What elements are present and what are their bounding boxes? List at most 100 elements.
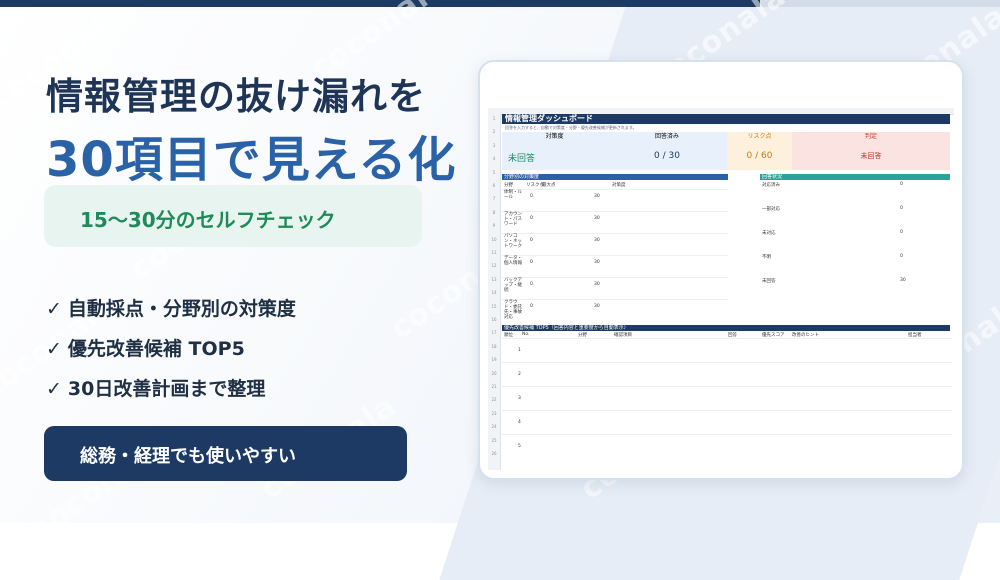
grid-line	[502, 338, 952, 339]
grid-line	[502, 277, 728, 278]
status-count: 30	[900, 278, 906, 283]
field-name: データ・個人情報	[504, 256, 522, 266]
grid-line	[502, 410, 952, 411]
row-number: 19	[491, 357, 497, 363]
top5-rank: 3	[518, 396, 521, 401]
grid-line	[502, 362, 952, 363]
top5-rank: 4	[518, 420, 521, 425]
grid-line	[502, 434, 952, 435]
status-count: 0	[900, 254, 903, 259]
row-number: 6	[492, 183, 496, 188]
headline-line2: 30項目で見える化	[46, 132, 457, 188]
feature-text: 30日改善計画まで整理	[67, 378, 266, 400]
status-label: 未対応	[762, 231, 776, 236]
row-number: 10	[491, 236, 497, 242]
grid-line	[502, 299, 728, 300]
grid-line	[502, 189, 728, 190]
row-number: 2	[492, 129, 496, 135]
row-number: 16	[491, 317, 497, 322]
row-number: 3	[492, 142, 496, 148]
top5-rank: 2	[518, 372, 521, 377]
check-icon: ✓	[46, 338, 62, 360]
status-label: 対応済み	[762, 183, 780, 188]
row-number: 20	[491, 370, 497, 376]
dashboard-title: 情報管理ダッシュボード	[502, 114, 950, 124]
feature-item: ✓ 30日改善計画まで整理	[46, 374, 265, 401]
field-name: クラウド・委託先・事故対応	[504, 300, 522, 320]
row-number: 14	[491, 290, 497, 296]
feature-item: ✓ 優先改善候補 TOP5	[46, 334, 245, 361]
risk-value: 0	[530, 194, 533, 199]
kpi-judgement: 判定 未回答	[792, 132, 950, 170]
kpi-label: 対策度	[545, 133, 564, 140]
grid-line	[502, 211, 728, 212]
max-value: 30	[594, 304, 600, 309]
field-name: パソコン・ネットワーク	[504, 234, 522, 249]
risk-value: 0	[530, 304, 533, 309]
kpi-value: 0 / 60	[746, 151, 773, 161]
max-value: 30	[594, 282, 600, 287]
max-value: 30	[594, 216, 600, 221]
max-value: 30	[594, 194, 600, 199]
kpi-value: 未回答	[860, 152, 882, 160]
max-value: 30	[594, 260, 600, 265]
kpi-value: 未回答	[508, 154, 536, 164]
row-number: 9	[492, 223, 496, 229]
spreadsheet-preview: 1 2 3 4 5 6 7 8 9 10 11 12 13 14 15 16 17 18 19 20 21 22 23 24 2…	[488, 108, 954, 470]
kpi-risk-points: リスク点 0 / 60	[727, 132, 792, 170]
row-number: 25	[491, 437, 497, 443]
row-number: 13	[491, 276, 497, 282]
risk-value: 0	[530, 216, 533, 221]
top-accent-bar-light	[760, 0, 1000, 7]
row-number: 11	[491, 250, 497, 255]
top5-header: 優先改善候補 TOP5（回答内容と重要度から自動表示）	[502, 325, 950, 331]
feature-text: 優先改善候補 TOP5	[67, 338, 245, 360]
kpi-value: 0 / 30	[654, 151, 680, 161]
status-count: 0	[900, 182, 903, 187]
status-label: 未回答	[762, 279, 776, 284]
grid-line	[502, 386, 952, 387]
kpi-label: リスク点	[747, 133, 772, 140]
status-count: 0	[900, 206, 903, 211]
column-label: 分野	[504, 183, 513, 188]
row-number: 26	[491, 451, 497, 456]
duration-badge-label: 15〜30分のセルフチェック	[80, 208, 336, 232]
audience-banner-label: 総務・経理でも使いやすい	[80, 446, 296, 467]
row-number: 17	[491, 330, 497, 336]
section-by-field: 分野別の対策度	[502, 174, 728, 180]
kpi-answered: 回答済み 0 / 30	[607, 132, 727, 170]
field-name: アカウント・パスワード	[504, 212, 522, 227]
kpi-countermeasure: 対策度 未回答	[502, 132, 607, 170]
row-number: 7	[492, 196, 496, 202]
row-number: 24	[491, 424, 497, 430]
risk-value: 0	[530, 260, 533, 265]
check-icon: ✓	[46, 298, 62, 320]
grid-line	[502, 233, 728, 234]
duration-badge: 15〜30分のセルフチェック	[44, 185, 422, 247]
row-number: 18	[491, 343, 497, 349]
feature-item: ✓ 自動採点・分野別の対策度	[46, 294, 296, 321]
status-count: 0	[900, 230, 903, 235]
top-accent-bar	[0, 0, 760, 7]
audience-banner: 総務・経理でも使いやすい	[44, 426, 407, 481]
row-number: 1	[492, 116, 496, 121]
kpi-label: 判定	[864, 133, 877, 140]
top5-rank: 5	[518, 444, 521, 449]
tablet-mockup: 1 2 3 4 5 6 7 8 9 10 11 12 13 14 15 16 17 18 19 20 21 22 23 24 2…	[478, 60, 964, 480]
headline-line1: 情報管理の抜け漏れを	[46, 75, 426, 118]
max-value: 30	[594, 238, 600, 243]
risk-value: 0	[530, 238, 533, 243]
row-number: 8	[492, 209, 496, 215]
row-number: 15	[491, 303, 497, 309]
status-label: 不明	[762, 255, 771, 260]
row-number: 5	[492, 169, 496, 175]
check-icon: ✓	[46, 378, 62, 400]
dashboard-subtitle: 回答を入力すると、自動で対策度・分野・優先改善候補が更新されます。	[505, 125, 637, 130]
row-number: 22	[491, 397, 497, 403]
row-number: 12	[491, 263, 497, 269]
status-label: 一部対応	[762, 207, 780, 212]
feature-text: 自動採点・分野別の対策度	[67, 298, 296, 320]
risk-value: 0	[530, 282, 533, 287]
section-answer-status: 回答状況	[760, 174, 950, 180]
column-label: No.	[522, 332, 530, 337]
